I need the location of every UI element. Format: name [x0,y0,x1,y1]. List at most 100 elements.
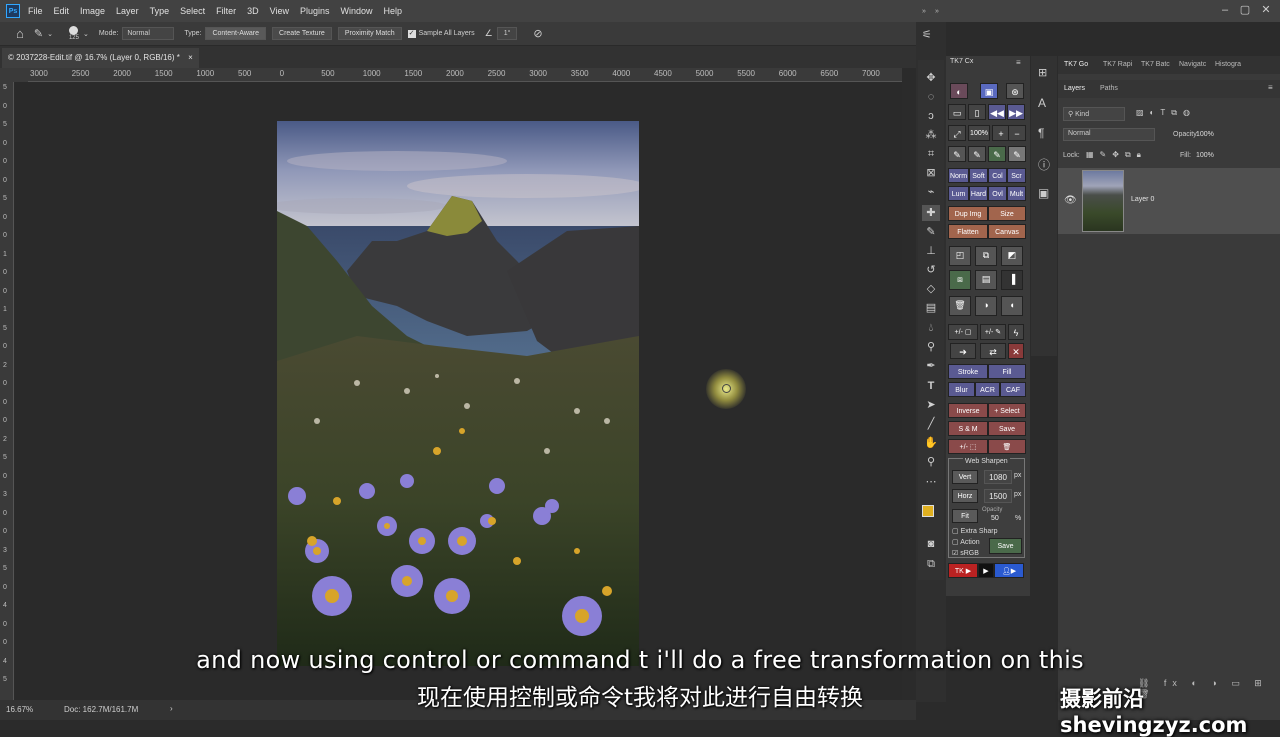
tk-mask-link-icon[interactable]: ◑ [975,296,997,316]
pen-tool-icon[interactable]: ✒ [922,358,940,374]
tk-swap-icon[interactable]: ⇄ [980,343,1006,359]
srgb-checkbox[interactable]: ☑ sRGB [952,549,979,557]
angle-input[interactable]: 1° [496,27,518,40]
tk-zoom-out-icon[interactable]: − [1008,125,1026,141]
tk-trash-icon[interactable]: 🗑︎ [949,296,971,316]
tk-forward-icon[interactable]: ▶▶ [1007,104,1025,120]
tk-invert-brush-icon[interactable]: +/- ✎ [980,324,1006,340]
canvas-button[interactable]: Canvas [988,224,1026,239]
collapse-toolbar-icon[interactable]: » [922,8,926,15]
s-and-m-button[interactable]: S & M [948,421,988,436]
collapse-dock-icon[interactable]: » [935,8,939,15]
vert-button[interactable]: Vert [952,470,978,484]
glyphs-icon[interactable]: ▣ [1038,186,1049,200]
properties-toggle-icon[interactable]: ⚟ [922,28,932,41]
menu-filter[interactable]: Filter [216,6,236,16]
hand-tool-icon[interactable]: ✋ [922,435,940,451]
tk-merge-icon[interactable]: ⧉ [975,246,997,266]
tk-apply-icon[interactable]: ➔ [950,343,976,359]
opacity-input[interactable]: 100% [1196,131,1214,138]
tk-100pct-button[interactable]: 100% [968,125,990,141]
tk-brush-gray-icon[interactable]: ✎ [1008,146,1026,162]
tab-navigator[interactable]: Navigatc [1179,61,1206,68]
minimize-button[interactable]: – [1218,4,1232,16]
size-button[interactable]: Size [988,206,1026,221]
tk-user-play-icon[interactable]: 👤︎▶ [994,563,1024,578]
move-tool-icon[interactable]: ✥ [922,70,940,86]
eraser-tool-icon[interactable]: ◇ [922,281,940,297]
quick-select-tool-icon[interactable]: ⁂ [922,127,940,143]
menu-layer[interactable]: Layer [116,6,139,16]
menu-window[interactable]: Window [341,6,373,16]
sharpen-opacity-value[interactable]: 50 [991,515,999,522]
vert-input[interactable]: 1080 [984,470,1012,484]
brush-chevron-icon[interactable]: ⌄ [83,30,89,38]
layers-menu-icon[interactable]: ≡ [1268,83,1273,92]
proximity-match-button[interactable]: Proximity Match [337,27,402,40]
tk-save-button[interactable]: Save [988,421,1026,436]
layer-filter-icons[interactable]: ▨◐T⧉◍ [1136,108,1196,118]
line-tool-icon[interactable]: ╱ [922,416,940,432]
tab-tk7-go[interactable]: TK7 Go [1064,61,1088,68]
tk-doc-icon[interactable]: ▯ [968,104,986,120]
tk7-cx-tab[interactable]: TK7 Cx [950,58,973,65]
menu-3d[interactable]: 3D [247,6,259,16]
fill-input[interactable]: 100% [1196,152,1214,159]
info-icon[interactable]: ⓘ [1038,156,1050,173]
tk-brush-white-icon[interactable]: ✎ [968,146,986,162]
document-tab[interactable]: © 2037228-Edit.tif @ 16.7% (Layer 0, RGB… [2,48,199,68]
tk-deselect-icon[interactable]: 🗑︎ [988,439,1026,454]
more-tools-icon[interactable]: ⋯ [922,474,940,490]
tk-back-icon[interactable]: ◀◀ [988,104,1006,120]
tool-preset-chevron-icon[interactable]: ⌄ [47,30,53,38]
lasso-tool-icon[interactable]: ↄ [922,108,940,124]
blend-overlay-button[interactable]: Ovl [988,186,1007,201]
plus-select-button[interactable]: + Select [988,403,1026,418]
tk-paint-icon[interactable]: ◖ [1001,296,1023,316]
tk-copy-icon[interactable]: ▤ [975,270,997,290]
brush-size-picker[interactable]: 125 [69,26,79,41]
tk-invert-mask-icon[interactable]: +/- ▢ [948,324,978,340]
blend-mode-select[interactable]: Normal [1063,128,1155,141]
tk-new-layer-icon[interactable]: ◰ [949,246,971,266]
mode-select[interactable]: Normal [122,27,175,40]
fill-button[interactable]: Fill [988,364,1026,379]
tk-brush-black-icon[interactable]: ✎ [948,146,966,162]
tk-stack-icon[interactable]: ⧈ [949,270,971,290]
close-document-icon[interactable]: × [188,53,193,62]
character-icon[interactable]: A [1038,96,1046,110]
tab-histogram[interactable]: Histogra [1215,61,1241,68]
eyedropper-tool-icon[interactable]: ⌁ [922,184,940,200]
tab-paths[interactable]: Paths [1100,85,1118,92]
tk-play-black-icon[interactable]: ▶ [978,563,994,578]
horz-input[interactable]: 1500 [984,489,1012,503]
lock-icons[interactable]: ▦✎✥⧉🔒︎ [1086,150,1147,160]
tk-settings-icon[interactable]: ⊛ [1006,83,1024,99]
caf-button[interactable]: CAF [1000,382,1026,397]
tk-select-toggle-icon[interactable]: +/- ⬚ [948,439,988,454]
menu-select[interactable]: Select [180,6,205,16]
brush-tool-icon[interactable]: ✎ [922,224,940,240]
flatten-button[interactable]: Flatten [948,224,988,239]
menu-type[interactable]: Type [150,6,170,16]
tk-fit-icon[interactable]: ⤢ [948,125,966,141]
libraries-icon[interactable]: ⊞ [1038,66,1047,79]
blend-screen-button[interactable]: Scr [1007,168,1026,183]
close-window-button[interactable]: ✕ [1259,4,1273,16]
maximize-button[interactable]: ▢ [1238,4,1252,16]
blend-multiply-button[interactable]: Mult [1007,186,1026,201]
tk-adjust-icon[interactable]: ◩ [1001,246,1023,266]
menu-image[interactable]: Image [80,6,105,16]
horz-button[interactable]: Horz [952,489,978,503]
blur-tool-icon[interactable]: 💧︎ [922,320,940,336]
tk-folder-icon[interactable]: ▭ [948,104,966,120]
history-brush-tool-icon[interactable]: ↺ [922,262,940,278]
extra-sharp-checkbox[interactable]: ▢ Extra Sharp [952,527,998,535]
zoom-tool-icon[interactable]: ⚲ [922,454,940,470]
web-sharpen-save-button[interactable]: Save [989,538,1022,554]
inverse-button[interactable]: Inverse [948,403,988,418]
crop-tool-icon[interactable]: ⌗ [922,146,940,162]
tk-mask-icon[interactable]: ◐ [950,83,968,99]
blend-luminosity-button[interactable]: Lum [948,186,969,201]
fit-button[interactable]: Fit [952,509,978,523]
